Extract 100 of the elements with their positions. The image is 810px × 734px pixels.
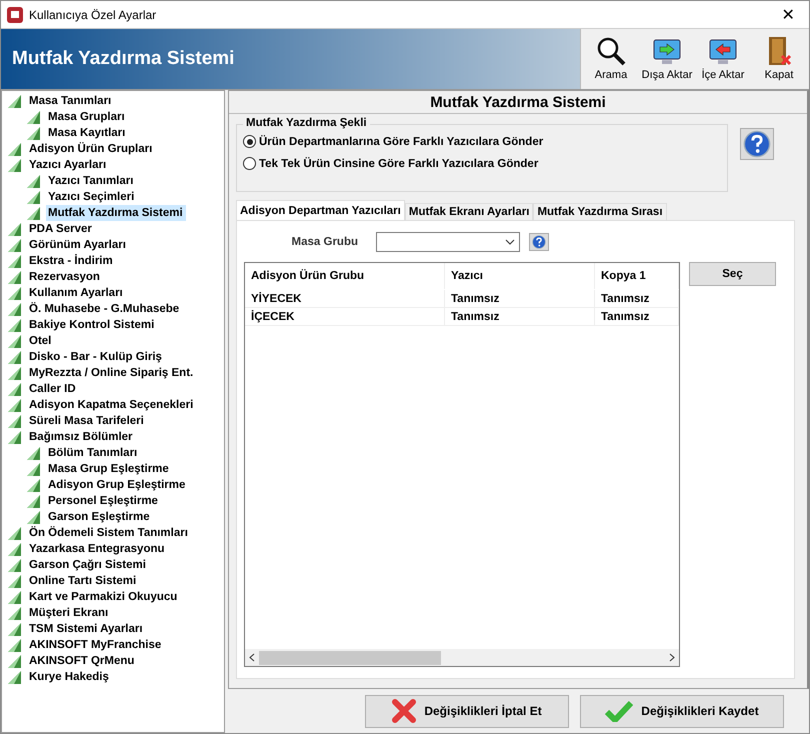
tab[interactable]: Mutfak Yazdırma Sırası [533,203,667,220]
triangle-icon [8,382,21,396]
triangle-icon [27,446,40,460]
tree-item[interactable]: Yazıcı Seçimleri [46,189,138,205]
radio-label: Ürün Departmanlarına Göre Farklı Yazıcılara Gönder [259,136,544,148]
tree-item[interactable]: Bağımsız Bölümler [27,429,136,445]
checkmark-icon [605,700,634,722]
column-header: Yazıcı [445,263,595,289]
tree-item[interactable]: Kart ve Parmakizi Okuyucu [27,589,180,605]
tree-item[interactable]: Görünüm Ayarları [27,237,129,253]
help-icon [743,130,771,158]
tab[interactable]: Adisyon Departman Yazıcıları [236,200,405,220]
door-icon [766,36,792,66]
header-title: Mutfak Yazdırma Sistemi [12,48,234,70]
tree-item[interactable]: AKINSOFT MyFranchise [27,637,164,653]
app-icon [7,6,23,22]
tab[interactable]: Mutfak Ekranı Ayarları [404,203,534,220]
toolbar-button[interactable]: Dışa Aktar [639,29,695,89]
toolbar-button[interactable]: Kapat [751,29,807,89]
triangle-icon [8,286,21,300]
tree-item[interactable]: Masa Grup Eşleştirme [46,461,172,477]
triangle-icon [27,462,40,476]
triangle-icon [8,222,21,236]
help-button[interactable] [740,128,774,160]
triangle-icon [27,494,40,508]
save-button[interactable]: Değişiklikleri Kaydet [580,694,784,728]
tree-item[interactable]: Garson Çağrı Sistemi [27,557,149,573]
tree-item[interactable]: Ön Ödemeli Sistem Tanımları [27,525,191,541]
tree-item[interactable]: Yazıcı Ayarları [27,157,110,173]
radio-button[interactable] [243,135,256,148]
triangle-icon [8,142,21,156]
triangle-icon [8,670,21,684]
tree-item[interactable]: Caller ID [27,381,79,397]
tree-item[interactable]: Garson Eşleştirme [46,509,153,525]
tree-item[interactable]: Bölüm Tanımları [46,445,140,461]
tree-item[interactable]: Masa Grupları [46,109,128,125]
radio-label: Tek Tek Ürün Cinsine Göre Farklı Yazıcılara Gönder [259,158,538,170]
tree-item[interactable]: Kurye Hakediş [27,669,112,685]
table-cell: YİYECEK [245,290,445,307]
triangle-icon [27,510,40,524]
horizontal-scrollbar[interactable] [245,649,679,666]
triangle-icon [8,622,21,636]
column-header: Kopya 1 [595,263,679,289]
triangle-icon [8,254,21,268]
triangle-icon [8,606,21,620]
triangle-icon [8,526,21,540]
radio-option[interactable]: Ürün Departmanlarına Göre Farklı Yazıcılara Gönder [243,135,727,148]
monitor-arrow-right-icon [652,38,682,66]
table-cell: İÇECEK [245,308,445,325]
triangle-icon [8,334,21,348]
tree-item[interactable]: Süreli Masa Tarifeleri [27,413,147,429]
tree-item[interactable]: AKINSOFT QrMenu [27,653,138,669]
triangle-icon [8,318,21,332]
help-button[interactable] [529,233,549,251]
tree-item[interactable]: Rezervasyon [27,269,103,285]
tree-item[interactable]: Disko - Bar - Kulüp Giriş [27,349,165,365]
tree-item[interactable]: Personel Eşleştirme [46,493,161,509]
radio-button[interactable] [243,157,256,170]
triangle-icon [27,478,40,492]
tree-item[interactable]: MyRezzta / Online Sipariş Ent. [27,365,196,381]
tree-item[interactable]: Ö. Muhasebe - G.Muhasebe [27,301,182,317]
tree-item[interactable]: Yazarkasa Entegrasyonu [27,541,168,557]
tree-item[interactable]: Yazıcı Tanımları [46,173,136,189]
tree-item[interactable]: Masa Tanımları [27,93,114,109]
triangle-icon [8,366,21,380]
triangle-icon [8,430,21,444]
tree-item[interactable]: Mutfak Yazdırma Sistemi [46,205,186,221]
tree-item[interactable]: Müşteri Ekranı [27,605,112,621]
triangle-icon [27,110,40,124]
chevron-right-icon [669,653,675,662]
table-cell: Tanımsız [595,308,679,325]
tree-item[interactable]: Ekstra - İndirim [27,253,116,269]
tree-item[interactable]: Online Tartı Sistemi [27,573,140,589]
search-icon [596,36,626,66]
toolbar-button[interactable]: Arama [583,29,639,89]
table-cell: Tanımsız [445,290,595,307]
close-button[interactable]: ✕ [773,2,803,26]
table-cell: Tanımsız [445,308,595,325]
triangle-icon [8,654,21,668]
window-title: Kullanıcıya Özel Ayarlar [29,8,158,22]
triangle-icon [8,158,21,172]
tree-item[interactable]: Bakiye Kontrol Sistemi [27,317,158,333]
tree-item[interactable]: Adisyon Grup Eşleştirme [46,477,188,493]
dropdown-field[interactable] [376,232,520,252]
tree-item[interactable]: PDA Server [27,221,95,237]
triangle-icon [8,350,21,364]
column-header: Adisyon Ürün Grubu [245,263,445,289]
radio-option[interactable]: Tek Tek Ürün Cinsine Göre Farklı Yazıcılara Gönder [243,157,727,170]
tree-item[interactable]: Masa Kayıtları [46,125,128,141]
select-button[interactable]: Seç [689,262,776,286]
tree-item[interactable]: Kullanım Ayarları [27,285,126,301]
tree-item[interactable]: TSM Sistemi Ayarları [27,621,146,637]
cancel-button[interactable]: Değişiklikleri İptal Et [365,694,569,728]
toolbar-button[interactable]: İçe Aktar [695,29,751,89]
triangle-icon [8,638,21,652]
tree-item[interactable]: Adisyon Kapatma Seçenekleri [27,397,196,413]
tree-item[interactable]: Otel [27,333,54,349]
chevron-left-icon [249,653,255,662]
monitor-arrow-left-icon [708,38,738,66]
tree-item[interactable]: Adisyon Ürün Grupları [27,141,156,157]
